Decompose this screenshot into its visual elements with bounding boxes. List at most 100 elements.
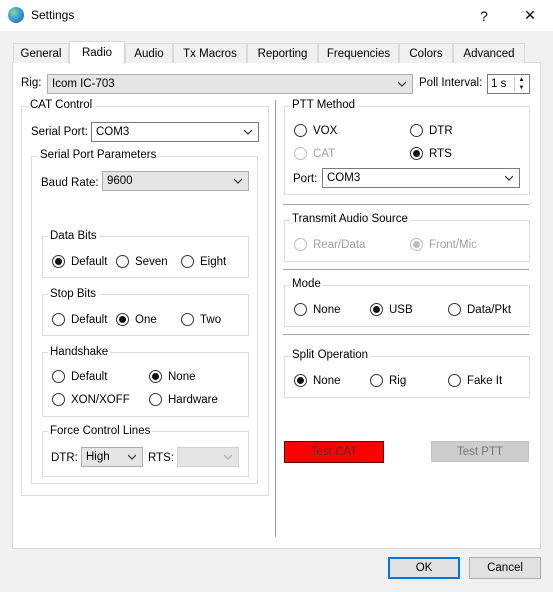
handshake-default-radio[interactable]: Default [52, 370, 107, 383]
separator [283, 204, 529, 205]
radio-unchecked-icon [294, 124, 307, 137]
spin-up-icon[interactable]: ▲ [514, 76, 528, 84]
ptt-cat-radio: CAT [294, 147, 335, 160]
data-bits-seven-radio[interactable]: Seven [116, 255, 168, 268]
handshake-title: Handshake [48, 346, 111, 358]
test-ptt-button: Test PTT [431, 441, 529, 462]
radio-unchecked-icon [52, 393, 65, 406]
chevron-down-icon [244, 129, 252, 135]
stop-bits-one-radio[interactable]: One [116, 313, 157, 326]
radio-unchecked-icon [370, 374, 383, 387]
radio-label: Rig [389, 374, 407, 387]
close-button[interactable]: ✕ [507, 0, 553, 31]
radio-label: Two [200, 313, 222, 326]
data-bits-eight-radio[interactable]: Eight [181, 255, 226, 268]
handshake-none-radio[interactable]: None [149, 370, 196, 383]
radio-label: Default [71, 255, 108, 268]
ok-button[interactable]: OK [388, 557, 460, 579]
help-button[interactable]: ? [461, 0, 507, 31]
radio-label: Eight [200, 255, 227, 268]
chevron-down-icon [234, 178, 242, 184]
handshake-xonxoff-radio[interactable]: XON/XOFF [52, 393, 130, 406]
radio-label: None [313, 374, 341, 387]
stop-bits-default-radio[interactable]: Default [52, 313, 107, 326]
ptt-dtr-radio[interactable]: DTR [410, 124, 453, 137]
column-separator [275, 100, 276, 537]
stop-bits-two-radio[interactable]: Two [181, 313, 221, 326]
test-cat-button[interactable]: Test CAT [284, 441, 384, 463]
rig-label: Rig: [21, 77, 42, 89]
tx-audio-front-radio: Front/Mic [410, 238, 477, 251]
data-bits-default-radio[interactable]: Default [52, 255, 107, 268]
stop-bits-title: Stop Bits [48, 288, 99, 300]
split-none-radio[interactable]: None [294, 374, 341, 387]
radio-unchecked-icon [181, 255, 194, 268]
radio-label: DTR [429, 124, 453, 137]
radio-unchecked-icon [410, 124, 423, 137]
cancel-button[interactable]: Cancel [469, 557, 541, 579]
radio-unchecked-icon [52, 370, 65, 383]
ptt-port-select[interactable]: COM3 [322, 168, 520, 188]
chevron-down-icon [224, 454, 232, 460]
spin-down-icon[interactable]: ▼ [514, 84, 528, 92]
tx-audio-rear-radio: Rear/Data [294, 238, 365, 251]
radio-label: One [135, 313, 157, 326]
tab-radio[interactable]: Radio [69, 41, 125, 64]
handshake-group [42, 352, 249, 417]
data-bits-title: Data Bits [48, 230, 99, 242]
radio-label: None [313, 303, 341, 316]
poll-interval-label: Poll Interval: [419, 77, 483, 89]
cat-control-title: CAT Control [28, 99, 95, 111]
radio-label: Fake It [467, 374, 503, 387]
handshake-hardware-radio[interactable]: Hardware [149, 393, 218, 406]
radio-label: VOX [313, 124, 338, 137]
rig-value: Icom IC-703 [52, 78, 115, 90]
radio-unchecked-icon [294, 238, 307, 251]
radio-label: None [168, 370, 196, 383]
split-fakeit-radio[interactable]: Fake It [448, 374, 502, 387]
rig-select[interactable]: Icom IC-703 [47, 74, 413, 94]
chevron-down-icon [505, 175, 513, 181]
poll-interval-value: 1 s [491, 78, 507, 90]
radio-label: Rear/Data [313, 238, 366, 251]
separator [283, 269, 529, 270]
radio-checked-icon [149, 370, 162, 383]
tab-tx-macros[interactable]: Tx Macros [173, 43, 247, 63]
app-globe-icon [8, 7, 24, 23]
radio-checked-icon [370, 303, 383, 316]
tab-advanced[interactable]: Advanced [453, 43, 525, 63]
ptt-port-label: Port: [293, 173, 318, 185]
mode-none-radio[interactable]: None [294, 303, 341, 316]
mode-datapkt-radio[interactable]: Data/Pkt [448, 303, 511, 316]
mode-usb-radio[interactable]: USB [370, 303, 413, 316]
serial-port-params-title: Serial Port Parameters [38, 149, 159, 161]
ptt-method-title: PTT Method [290, 99, 358, 111]
radio-label: Seven [135, 255, 168, 268]
tab-frequencies[interactable]: Frequencies [318, 43, 399, 63]
baud-rate-select[interactable]: 9600 [102, 171, 249, 191]
radio-label: RTS [429, 147, 452, 160]
tab-reporting[interactable]: Reporting [247, 43, 318, 63]
dtr-select[interactable]: High [81, 447, 143, 467]
ptt-vox-radio[interactable]: VOX [294, 124, 337, 137]
split-rig-radio[interactable]: Rig [370, 374, 406, 387]
radio-label: CAT [313, 147, 336, 160]
radio-unchecked-icon [149, 393, 162, 406]
radio-label: XON/XOFF [71, 393, 130, 406]
tab-general[interactable]: General [13, 43, 69, 63]
radio-checked-icon [294, 374, 307, 387]
radio-unchecked-icon [116, 255, 129, 268]
tab-colors[interactable]: Colors [399, 43, 453, 63]
tab-audio[interactable]: Audio [125, 43, 173, 63]
chevron-down-icon [398, 81, 406, 87]
baud-rate-label: Baud Rate: [41, 177, 99, 189]
mode-title: Mode [290, 278, 323, 290]
radio-unchecked-icon [181, 313, 194, 326]
radio-checked-icon [410, 238, 423, 251]
ptt-rts-radio[interactable]: RTS [410, 147, 452, 160]
radio-unchecked-icon [52, 313, 65, 326]
poll-interval-spinbox[interactable]: 1 s ▲ ▼ [487, 74, 530, 94]
dtr-value: High [86, 451, 110, 463]
dtr-label: DTR: [51, 452, 78, 464]
serial-port-select[interactable]: COM3 [91, 122, 259, 142]
